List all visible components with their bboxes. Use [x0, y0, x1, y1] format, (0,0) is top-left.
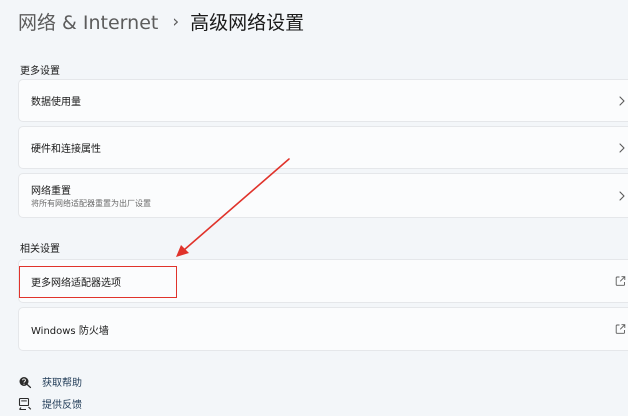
chevron-right-icon: [619, 190, 625, 201]
breadcrumb-parent-link[interactable]: 网络 & Internet: [18, 8, 158, 35]
setting-hardware-connection-properties[interactable]: 硬件和连接属性: [18, 126, 628, 169]
open-external-icon: [615, 276, 626, 286]
setting-data-usage[interactable]: 数据使用量: [18, 79, 628, 122]
chevron-right-icon: [619, 95, 625, 106]
card-subtitle: 将所有网络适配器重置为出厂设置: [31, 199, 151, 208]
get-help-label: 获取帮助: [42, 378, 82, 389]
breadcrumb: 网络 & Internet › 高级网络设置: [18, 8, 304, 35]
give-feedback-link[interactable]: 提供反馈: [18, 396, 82, 411]
section-title-more-settings: 更多设置: [20, 66, 60, 77]
breadcrumb-separator: ›: [172, 11, 180, 32]
card-title: 网络重置: [31, 186, 71, 197]
setting-network-reset[interactable]: 网络重置 将所有网络适配器重置为出厂设置: [18, 173, 628, 218]
page-title: 高级网络设置: [190, 12, 305, 34]
advanced-network-settings-page: 网络 & Internet › 高级网络设置 更多设置 数据使用量 硬件和连接属…: [0, 0, 628, 416]
card-title: 数据使用量: [31, 97, 81, 108]
card-title: Windows 防火墙: [31, 325, 109, 337]
help-icon: [19, 376, 32, 388]
card-text: 硬件和连接属性: [31, 140, 101, 155]
card-text: 数据使用量: [31, 93, 81, 108]
card-title: 硬件和连接属性: [31, 144, 101, 155]
card-text: Windows 防火墙: [31, 322, 109, 337]
open-external-icon: [615, 324, 626, 334]
setting-windows-firewall[interactable]: Windows 防火墙: [18, 307, 628, 351]
annotation-highlight-box: [19, 266, 177, 298]
feedback-icon: [18, 397, 32, 410]
section-title-related-settings: 相关设置: [20, 244, 60, 255]
get-help-link[interactable]: 获取帮助: [18, 374, 82, 389]
card-text: 网络重置 将所有网络适配器重置为出厂设置: [31, 182, 151, 209]
give-feedback-label: 提供反馈: [42, 400, 82, 411]
chevron-right-icon: [619, 142, 625, 153]
